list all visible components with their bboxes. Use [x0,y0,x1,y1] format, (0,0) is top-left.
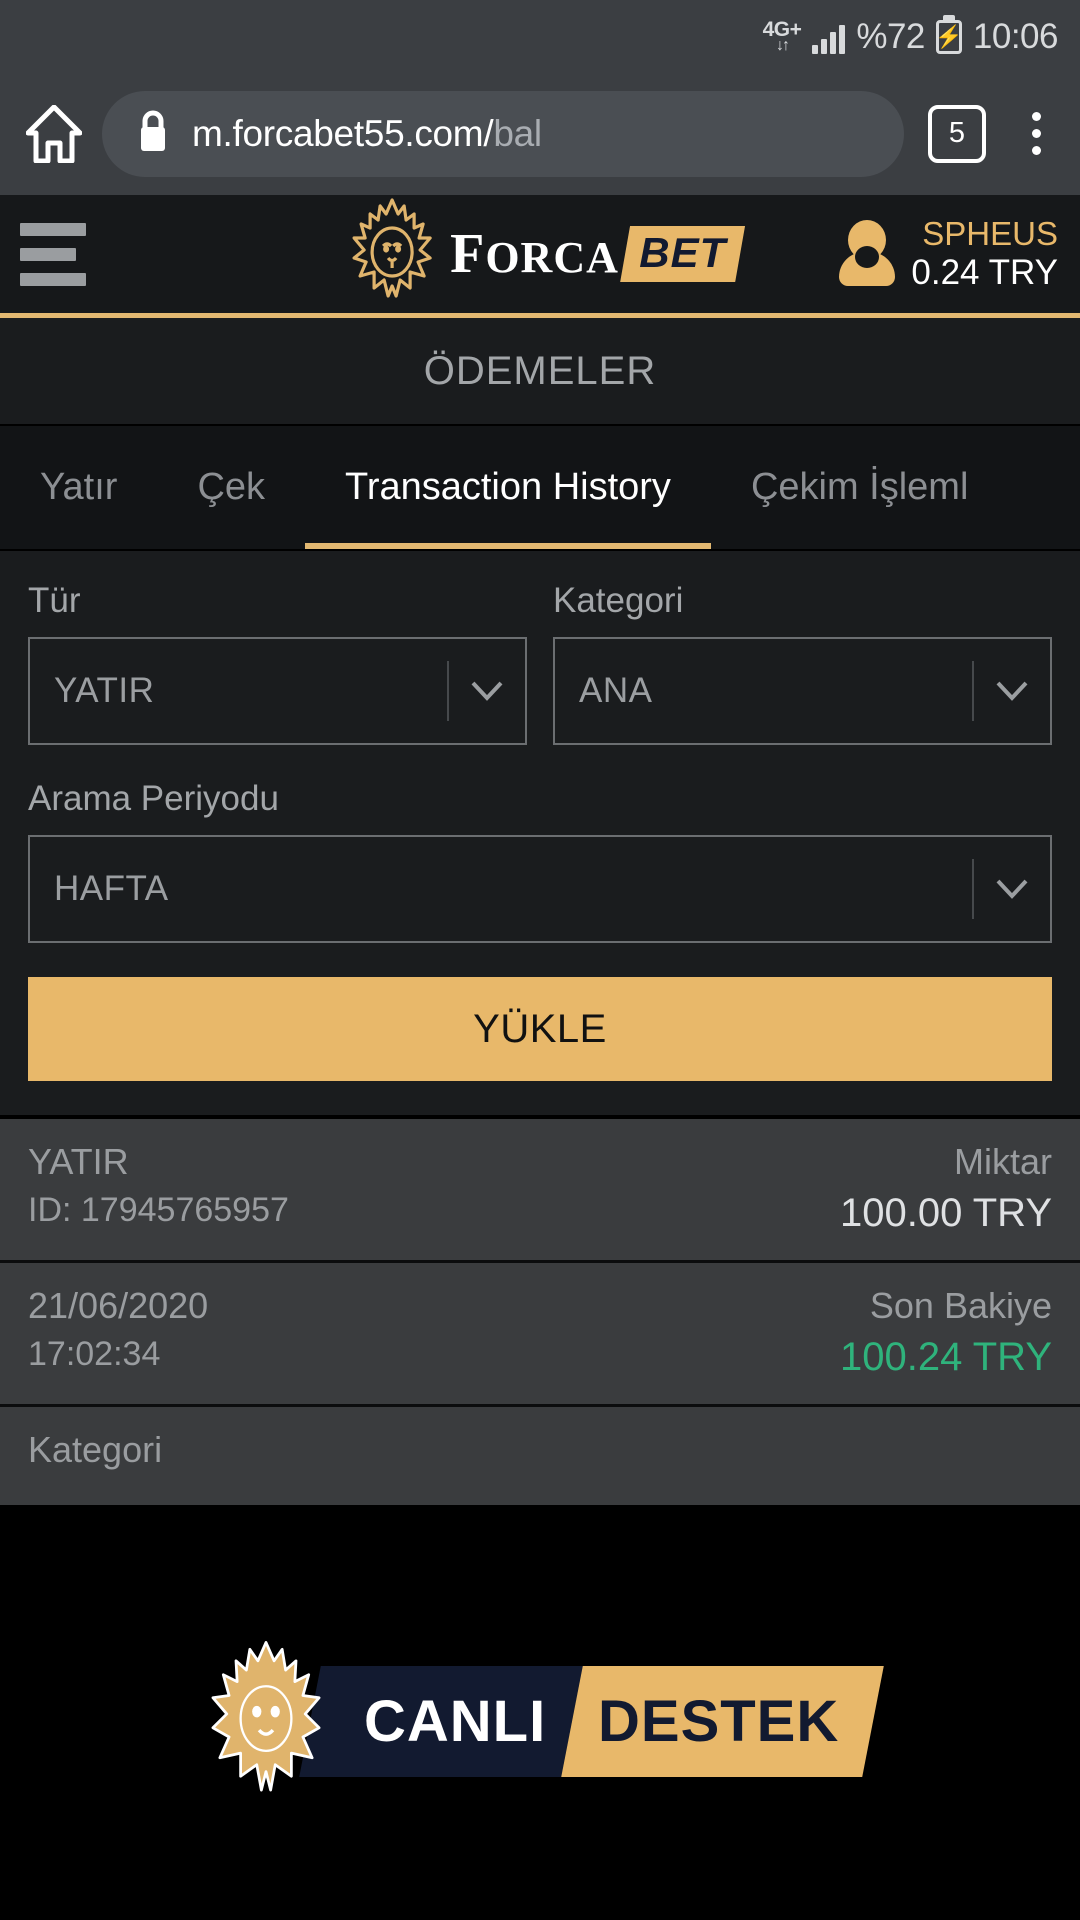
data-transfer-arrows-icon: ↓↑ [775,36,790,54]
account-summary[interactable]: SPHEUS 0.24 TRY [839,215,1058,293]
tab-label: Transaction History [345,466,671,508]
tab-cekim-islemleri[interactable]: Çekim İşleml [711,426,1008,549]
load-button[interactable]: YÜKLE [28,977,1052,1081]
arama-periyodu-value: HAFTA [54,869,169,908]
amount-label: Miktar [954,1141,1052,1182]
lion-logo-icon [340,196,444,313]
lion-logo-icon [206,1632,326,1812]
chevron-down-icon[interactable] [449,639,525,743]
support-label-primary: CANLI [299,1666,584,1777]
filter-panel: Tür YATIR Kategori ANA Arama Periyodu HA… [0,551,1080,1119]
url-bar[interactable]: m.forcabet55.com/bal [102,90,904,177]
tab-yatir[interactable]: Yatır [0,426,157,549]
account-username: SPHEUS [922,214,1058,252]
site-header: FORCA BET SPHEUS 0.24 TRY [0,195,1080,313]
table-row[interactable]: YATIR ID: 17945765957 Miktar 100.00 TRY [0,1119,1080,1263]
transaction-date: 21/06/2020 [28,1285,209,1326]
footer-banner: CANLI DESTEK [0,1505,1080,1920]
field-kategori: Kategori ANA [553,581,1052,745]
battery-charging-icon: ⚡ [935,19,963,54]
tur-value: YATIR [54,671,155,710]
arama-periyodu-label: Arama Periyodu [28,779,279,818]
chevron-down-icon[interactable] [974,837,1050,941]
field-tur: Tür YATIR [28,581,527,745]
table-row[interactable]: 21/06/2020 17:02:34 Son Bakiye 100.24 TR… [0,1263,1080,1407]
tur-label: Tür [28,581,81,620]
url-text: m.forcabet55.com/bal [192,112,542,154]
site-logo[interactable]: FORCA BET [340,196,745,313]
tab-cek[interactable]: Çek [157,426,305,549]
tab-label: Çek [197,466,266,508]
transaction-type: YATIR [28,1141,129,1182]
transaction-id: ID: 17945765957 [28,1191,289,1229]
brand-name: FORCA [450,223,619,285]
balance-label: Son Bakiye [869,1285,1052,1326]
support-label-secondary: DESTEK [561,1666,885,1777]
balance-value: 100.24 TRY [839,1335,1052,1379]
lock-icon [136,109,170,158]
live-support-button[interactable]: CANLI DESTEK [206,1632,885,1812]
tab-count-button[interactable]: 5 [928,104,986,163]
tab-bar[interactable]: Yatır Çek Transaction History Çekim İşle… [0,426,1080,551]
tur-select[interactable]: YATIR [28,637,527,745]
signal-strength-icon [812,24,846,54]
battery-percent-label: %72 [856,16,925,56]
transaction-list: YATIR ID: 17945765957 Miktar 100.00 TRY … [0,1119,1080,1505]
tab-transaction-history[interactable]: Transaction History [305,426,711,549]
tab-label: Çekim İşleml [750,466,969,508]
status-bar-clock: 10:06 [972,16,1059,56]
hamburger-icon[interactable] [20,222,86,286]
kategori-value: ANA [579,671,653,710]
app-root: 4G+ ↓↑ %72 ⚡ 10:06 m.forcabet55.com/bal [0,0,1080,1920]
table-row[interactable]: Kategori [0,1407,1080,1505]
chevron-down-icon[interactable] [974,639,1050,743]
tab-label: Yatır [40,466,118,508]
page-title-label: ÖDEMELER [423,348,657,393]
browser-toolbar: m.forcabet55.com/bal 5 [0,72,1080,195]
home-icon[interactable] [22,102,86,166]
avatar [839,218,896,290]
brand-badge: BET [619,226,745,282]
network-type-indicator: 4G+ ↓↑ [763,19,802,54]
arama-periyodu-select[interactable]: HAFTA [28,835,1052,943]
kategori-select[interactable]: ANA [553,637,1052,745]
amount-value: 100.00 TRY [839,1191,1052,1235]
kategori-label: Kategori [553,581,684,620]
field-arama-periyodu: Arama Periyodu HAFTA [28,779,1052,943]
category-label: Kategori [28,1429,163,1470]
android-status-bar: 4G+ ↓↑ %72 ⚡ 10:06 [0,0,1080,72]
account-balance: 0.24 TRY [911,252,1058,292]
transaction-time: 17:02:34 [28,1335,161,1373]
page-title: ÖDEMELER [0,318,1080,426]
kebab-menu-icon[interactable] [1014,112,1058,155]
